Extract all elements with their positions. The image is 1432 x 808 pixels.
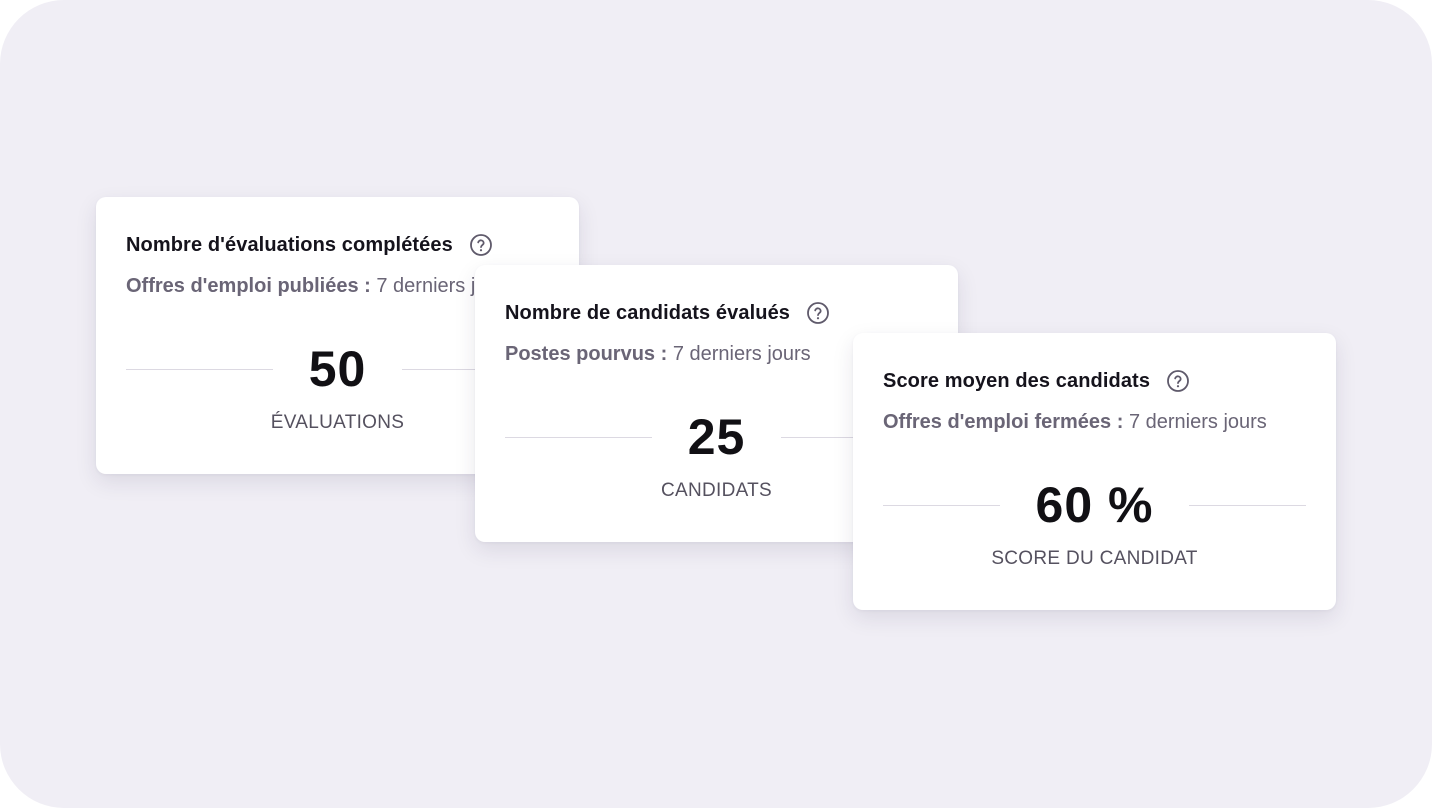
subtitle-label: Postes pourvus : <box>505 343 668 365</box>
card-title: Score moyen des candidats <box>883 369 1151 392</box>
metric-value: 25 <box>687 409 746 465</box>
help-icon[interactable] <box>806 301 830 325</box>
subtitle-period: 7 derniers jours <box>672 343 811 365</box>
subtitle-label: Offres d'emploi publiées : <box>126 275 371 297</box>
divider-left <box>126 368 273 370</box>
divider-left <box>883 504 1000 506</box>
card-subtitle: Postes pourvus : 7 derniers jours <box>505 343 811 366</box>
card-title-row: Nombre d'évaluations complétées <box>126 233 493 257</box>
metric-unit-label: SCORE DU CANDIDAT <box>991 548 1198 569</box>
kpi-card-score: Score moyen des candidats Offres d'emplo… <box>853 333 1336 610</box>
metric-value: 60 % <box>1035 477 1154 533</box>
divider-right <box>1189 504 1306 506</box>
card-subtitle: Offres d'emploi fermées : 7 derniers jou… <box>883 411 1267 434</box>
subtitle-label: Offres d'emploi fermées : <box>883 411 1124 433</box>
canvas: Nombre d'évaluations complétées Offres d… <box>0 0 1432 808</box>
metric-row: 60 % <box>883 473 1306 537</box>
card-title-row: Nombre de candidats évalués <box>505 301 830 325</box>
metric-value: 50 <box>308 341 367 397</box>
divider-left <box>505 436 652 438</box>
subtitle-period: 7 derniers jours <box>1128 411 1267 433</box>
card-title: Nombre de candidats évalués <box>505 301 791 324</box>
card-title: Nombre d'évaluations complétées <box>126 233 453 256</box>
card-title-row: Score moyen des candidats <box>883 369 1190 393</box>
card-subtitle: Offres d'emploi publiées : 7 derniers jo… <box>126 275 514 298</box>
help-icon[interactable] <box>1166 369 1190 393</box>
help-icon[interactable] <box>469 233 493 257</box>
